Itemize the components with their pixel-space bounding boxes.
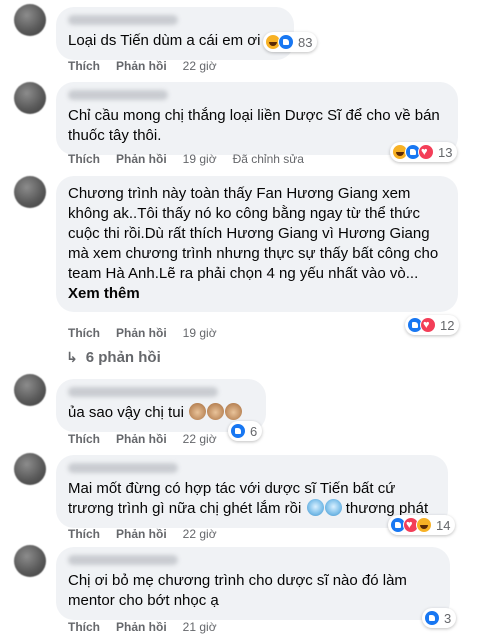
timestamp[interactable]: 19 giờ	[183, 326, 217, 340]
love-reaction-icon	[420, 317, 436, 333]
avatar[interactable]	[14, 453, 46, 485]
reaction-count: 6	[250, 423, 258, 439]
timestamp[interactable]: 22 giờ	[183, 432, 217, 446]
comment-text: Chương trình này toàn thấy Fan Hương Gia…	[68, 185, 439, 282]
avatar[interactable]	[14, 82, 46, 114]
see-no-evil-monkey-emoji-icon	[189, 403, 207, 420]
comment-text: ủa sao vậy chị tui	[68, 403, 254, 423]
comment-bubble: Chương trình này toàn thấy Fan Hương Gia…	[56, 176, 458, 312]
reaction-count: 12	[440, 317, 455, 333]
love-reaction-icon	[418, 144, 434, 160]
like-button[interactable]: Thích	[68, 432, 100, 446]
comment-text-body: ủa sao vậy chị tui	[68, 404, 184, 421]
reaction-count: 83	[298, 34, 313, 50]
reaction-count: 14	[436, 517, 451, 533]
comment-actions: Thích Phản hồi 21 giờ	[68, 620, 233, 634]
comment-bubble: Chị ơi bỏ mẹ chương trình cho dược sĩ nà…	[56, 547, 450, 620]
screaming-face-emoji-icon	[324, 499, 342, 516]
like-button[interactable]: Thích	[68, 527, 100, 541]
commenter-name[interactable]	[68, 555, 178, 565]
comment-text: Chị ơi bỏ mẹ chương trình cho dược sĩ nà…	[68, 572, 407, 609]
reply-button[interactable]: Phản hồi	[116, 527, 167, 541]
reply-button[interactable]: Phản hồi	[116, 432, 167, 446]
comment-text: Chỉ cầu mong chị thắng loại liền Dược Sĩ…	[68, 107, 440, 144]
like-reaction-icon	[424, 610, 440, 626]
comment-actions: Thích Phản hồi 22 giờ	[68, 432, 233, 446]
avatar[interactable]	[14, 176, 46, 208]
reply-button[interactable]: Phản hồi	[116, 152, 167, 166]
comment-text: Loại ds Tiến dùm a cái em ơi	[68, 32, 261, 49]
comment-text: Mai mốt đừng có hợp tác với dược sĩ Tiến…	[68, 479, 436, 519]
screaming-face-emoji-icon	[306, 499, 324, 516]
timestamp[interactable]: 19 giờ	[183, 152, 217, 166]
like-button[interactable]: Thích	[68, 326, 100, 340]
reply-arrow-icon: ↳	[66, 349, 78, 365]
comment-actions: Thích Phản hồi 22 giờ	[68, 527, 233, 541]
comment-actions: Thích Phản hồi 19 giờ	[68, 326, 233, 340]
comment-bubble: Mai mốt đừng có hợp tác với dược sĩ Tiến…	[56, 455, 448, 528]
reaction-summary[interactable]: 13	[390, 142, 458, 162]
see-no-evil-monkey-emoji-icon	[207, 403, 225, 420]
commenter-name[interactable]	[68, 15, 178, 25]
timestamp[interactable]: 22 giờ	[183, 59, 217, 73]
comment-bubble: Loại ds Tiến dùm a cái em ơi	[56, 7, 294, 60]
like-button[interactable]: Thích	[68, 152, 100, 166]
reaction-summary[interactable]: 14	[388, 515, 456, 535]
reaction-summary[interactable]: 6	[228, 421, 263, 441]
haha-reaction-icon	[416, 517, 432, 533]
timestamp[interactable]: 22 giờ	[183, 527, 217, 541]
comment-actions: Thích Phản hồi 22 giờ	[68, 59, 233, 73]
reply-button[interactable]: Phản hồi	[116, 620, 167, 634]
view-replies-link[interactable]: ↳ 6 phản hồi	[66, 349, 161, 366]
commenter-name[interactable]	[68, 463, 178, 473]
like-button[interactable]: Thích	[68, 620, 100, 634]
edited-label: Đã chỉnh sửa	[232, 152, 304, 166]
reaction-count: 3	[444, 610, 452, 626]
avatar[interactable]	[14, 374, 46, 406]
avatar[interactable]	[14, 4, 46, 36]
see-no-evil-monkey-emoji-icon	[225, 403, 243, 420]
like-button[interactable]: Thích	[68, 59, 100, 73]
reaction-summary[interactable]: 83	[263, 32, 318, 52]
comment-actions: Thích Phản hồi 19 giờ Đã chỉnh sửa	[68, 152, 304, 166]
reaction-summary[interactable]: 3	[422, 608, 457, 628]
reply-button[interactable]: Phản hồi	[116, 326, 167, 340]
reaction-summary[interactable]: 12	[405, 315, 460, 335]
commenter-name[interactable]	[68, 387, 218, 397]
reaction-count: 13	[438, 144, 453, 160]
commenter-name[interactable]	[68, 90, 168, 100]
timestamp[interactable]: 21 giờ	[183, 620, 217, 634]
replies-count-label: 6 phản hồi	[85, 349, 161, 366]
reply-button[interactable]: Phản hồi	[116, 59, 167, 73]
like-reaction-icon	[278, 34, 294, 50]
avatar[interactable]	[14, 545, 46, 577]
see-more-link[interactable]: Xem thêm	[68, 284, 446, 304]
